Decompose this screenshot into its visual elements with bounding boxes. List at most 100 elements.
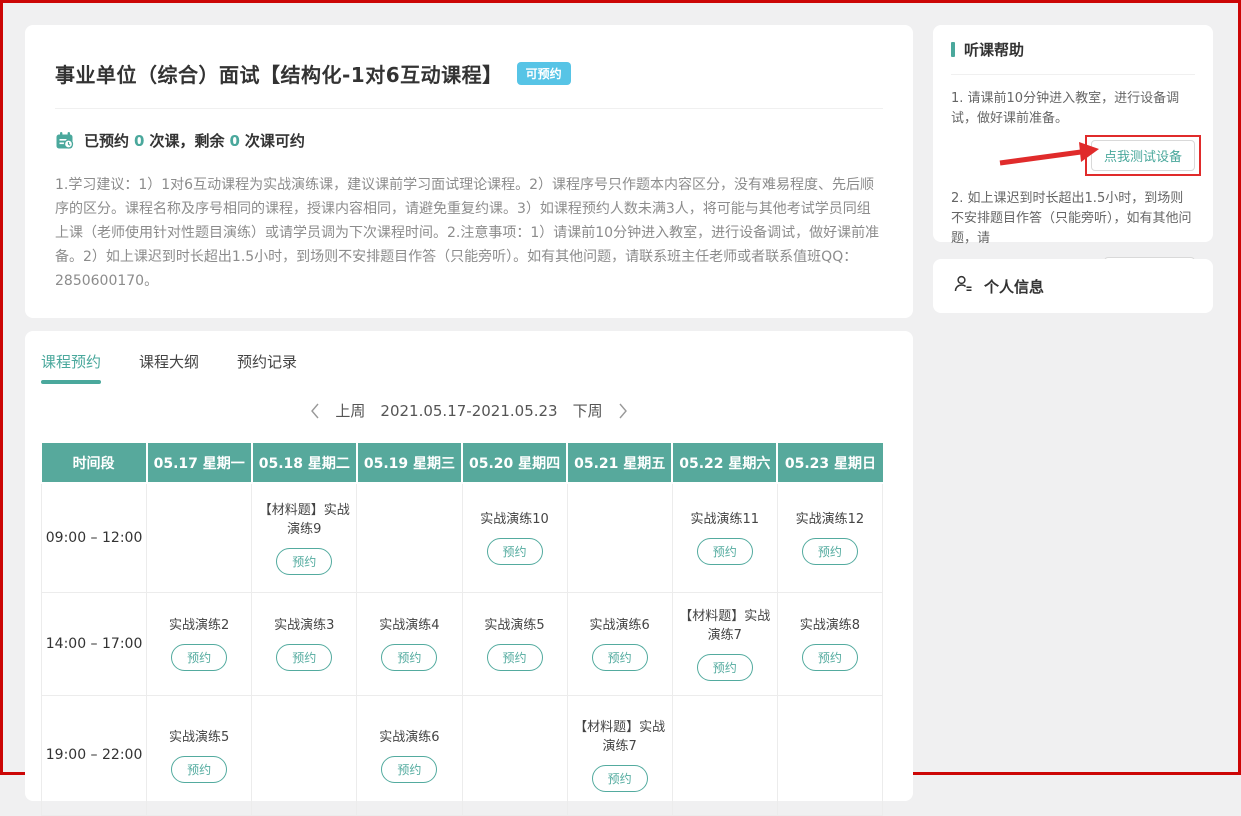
- schedule-card: 课程预约 课程大纲 预约记录 上周 2021.05.17-2021.05.23 下周…: [25, 331, 913, 801]
- annotation-highlight-box: 点我测试设备: [1085, 135, 1201, 176]
- status-badge: 可预约: [517, 62, 571, 85]
- schedule-tabs: 课程预约 课程大纲 预约记录: [41, 351, 897, 384]
- book-button[interactable]: 预约: [487, 644, 543, 671]
- schedule-cell: 【材料题】实战演练7 预约: [672, 592, 777, 695]
- booking-summary: 已预约 0 次课，剩余 0 次课可约: [55, 130, 883, 151]
- course-name: 实战演练6: [568, 616, 672, 635]
- week-range: 2021.05.17-2021.05.23: [380, 402, 557, 420]
- divider: [55, 108, 883, 109]
- column-header: 05.20 星期四: [462, 443, 567, 483]
- end-label: 次课可约: [245, 132, 305, 150]
- schedule-cell: [672, 695, 777, 815]
- book-button[interactable]: 预约: [276, 644, 332, 671]
- tab-outline[interactable]: 课程大纲: [139, 351, 199, 384]
- schedule-cell: 实战演练2 预约: [147, 592, 252, 695]
- book-button[interactable]: 预约: [802, 644, 858, 671]
- schedule-cell: [462, 695, 567, 815]
- time-slot-label: 19:00 – 22:00: [42, 695, 147, 815]
- book-button[interactable]: 预约: [381, 756, 437, 783]
- schedule-cell: 实战演练10预约: [462, 483, 567, 592]
- remaining-count: 0: [229, 132, 239, 150]
- title-marker: [951, 42, 955, 57]
- column-header: 05.22 星期六: [672, 443, 777, 483]
- course-info-card: 事业单位（综合）面试【结构化-1对6互动课程】 可预约 已预约 0 次课，剩余 0 次课…: [25, 25, 913, 318]
- schedule-cell: 实战演练8 预约: [777, 592, 882, 695]
- column-header: 05.18 星期二: [252, 443, 357, 483]
- course-name: 实战演练6: [357, 728, 461, 747]
- schedule-cell: [147, 483, 252, 592]
- next-week-chevron-icon[interactable]: [618, 403, 628, 419]
- tab-records[interactable]: 预约记录: [237, 351, 297, 384]
- tab-booking[interactable]: 课程预约: [41, 351, 101, 384]
- calendar-icon: [55, 131, 75, 151]
- course-name: 实战演练5: [147, 728, 251, 747]
- divider: [951, 74, 1195, 75]
- schedule-cell: 实战演练12 预约: [777, 483, 882, 592]
- course-name: 实战演练11: [673, 510, 777, 529]
- course-name: 实战演练4: [357, 616, 461, 635]
- schedule-cell: [252, 695, 357, 815]
- table-row: 19:00 – 22:00实战演练5 预约 实战演练6 预约 【材料题】实战演练7 预约: [42, 695, 883, 815]
- schedule-cell: [567, 483, 672, 592]
- schedule-header-row: 时间段05.17 星期一05.18 星期二05.19 星期三05.20 星期四0…: [42, 443, 883, 483]
- test-device-button[interactable]: 点我测试设备: [1091, 140, 1195, 171]
- schedule-cell: 实战演练5 预约: [462, 592, 567, 695]
- next-week-link[interactable]: 下周: [573, 400, 603, 421]
- annotation-arrow-icon: [997, 139, 1101, 169]
- book-button[interactable]: 预约: [381, 644, 437, 671]
- book-button[interactable]: 预约: [592, 644, 648, 671]
- page-title: 事业单位（综合）面试【结构化-1对6互动课程】: [55, 59, 503, 88]
- book-button[interactable]: 预约: [487, 538, 543, 565]
- course-name: 【材料题】实战演练9: [252, 501, 356, 539]
- book-button[interactable]: 预约: [697, 654, 753, 681]
- table-row: 09:00 – 12:00【材料题】实战演练9预约实战演练10预约实战演练11预…: [42, 483, 883, 592]
- schedule-cell: 实战演练3 预约: [252, 592, 357, 695]
- course-name: 【材料题】实战演练7: [568, 718, 672, 756]
- schedule-cell: 【材料题】实战演练9 预约: [252, 483, 357, 592]
- mid-label: 次课，剩余: [149, 132, 224, 150]
- schedule-table: 时间段05.17 星期一05.18 星期二05.19 星期三05.20 星期四0…: [41, 443, 883, 816]
- schedule-cell: 实战演练5 预约: [147, 695, 252, 815]
- course-description: 1.学习建议：1）1对6互动课程为实战演练课，建议课前学习面试理论课程。2）课程…: [55, 173, 883, 293]
- table-row: 14:00 – 17:00实战演练2 预约 实战演练3 预约 实战演练4 预约 实战演练5 预…: [42, 592, 883, 695]
- course-name: 实战演练2: [147, 616, 251, 635]
- course-name: 实战演练5: [463, 616, 567, 635]
- book-button[interactable]: 预约: [276, 548, 332, 575]
- column-header: 05.21 星期五: [567, 443, 672, 483]
- help-card: 听课帮助 1. 请课前10分钟进入教室，进行设备调试，做好课前准备。 点我测试设…: [933, 25, 1213, 242]
- booking-summary-text: 已预约 0 次课，剩余 0 次课可约: [84, 130, 305, 151]
- profile-card[interactable]: 个人信息: [933, 259, 1213, 313]
- person-icon: [953, 274, 973, 298]
- column-header: 05.17 星期一: [147, 443, 252, 483]
- schedule-cell: 实战演练11 预约: [672, 483, 777, 592]
- course-name: 【材料题】实战演练7: [673, 607, 777, 645]
- prev-week-link[interactable]: 上周: [335, 400, 365, 421]
- help-title-row: 听课帮助: [951, 39, 1195, 60]
- help-item-1: 1. 请课前10分钟进入教室，进行设备调试，做好课前准备。: [951, 89, 1195, 129]
- column-header: 05.23 星期日: [777, 443, 882, 483]
- booked-label: 已预约: [84, 132, 129, 150]
- schedule-body: 09:00 – 12:00【材料题】实战演练9预约实战演练10预约实战演练11预…: [42, 483, 883, 815]
- column-header: 时间段: [42, 443, 147, 483]
- help-item-2: 2. 如上课迟到时长超出1.5小时，到场则不安排题目作答（只能旁听），如有其他问…: [951, 189, 1195, 249]
- course-name: 实战演练3: [252, 616, 356, 635]
- book-button[interactable]: 预约: [697, 538, 753, 565]
- column-header: 05.19 星期三: [357, 443, 462, 483]
- book-button[interactable]: 预约: [171, 644, 227, 671]
- prev-week-chevron-icon[interactable]: [310, 403, 320, 419]
- title-row: 事业单位（综合）面试【结构化-1对6互动课程】 可预约: [55, 59, 883, 88]
- book-button[interactable]: 预约: [592, 765, 648, 792]
- course-name: 实战演练8: [778, 616, 882, 635]
- page: { "course": { "title": "事业单位（综合）面试【结构化-1…: [0, 0, 1241, 775]
- schedule-cell: [777, 695, 882, 815]
- schedule-cell: 【材料题】实战演练7 预约: [567, 695, 672, 815]
- profile-card-title: 个人信息: [984, 276, 1044, 297]
- course-name: 实战演练12: [778, 510, 882, 529]
- book-button[interactable]: 预约: [171, 756, 227, 783]
- test-device-row: 点我测试设备: [951, 135, 1195, 175]
- book-button[interactable]: 预约: [802, 538, 858, 565]
- time-slot-label: 14:00 – 17:00: [42, 592, 147, 695]
- time-slot-label: 09:00 – 12:00: [42, 483, 147, 592]
- booked-count: 0: [134, 132, 144, 150]
- schedule-cell: 实战演练6 预约: [567, 592, 672, 695]
